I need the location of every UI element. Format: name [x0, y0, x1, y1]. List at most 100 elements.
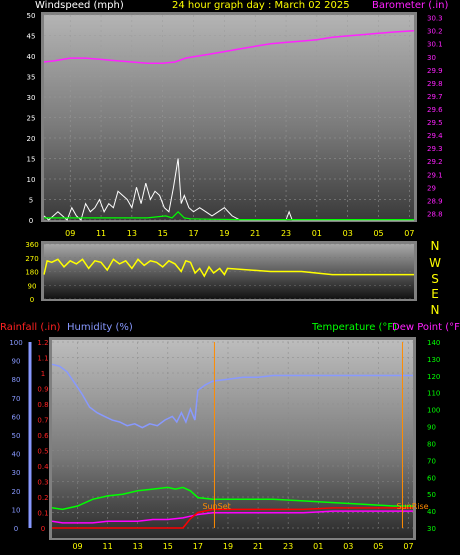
wind-tick-label: 0: [29, 217, 33, 225]
humidity-tick-label: 10: [12, 506, 21, 514]
time-tick-label: 17: [193, 542, 203, 551]
wind-title: Windspeed (mph): [35, 0, 124, 11]
baro-tick-label: 30.3: [427, 15, 443, 23]
temp-tick-label: 60: [427, 474, 436, 482]
temp-tick-label: 80: [427, 440, 436, 448]
dew-axis-title: Dew Point (°F): [392, 322, 460, 333]
humidity-tick-label: 50: [12, 432, 21, 440]
baro-tick-label: 28.8: [427, 210, 443, 218]
humidity-tick-label: 90: [12, 358, 21, 366]
time-tick-label: 11: [103, 542, 113, 551]
humidity-tick-label: 30: [12, 469, 21, 477]
rain-tick-label: 1.2: [37, 339, 48, 347]
wind-tick-label: 10: [27, 176, 36, 184]
wind-tick-label: 5: [29, 197, 33, 205]
graph-title: 24 hour graph day : March 02 2025: [172, 0, 350, 11]
baro-tick-label: 29.7: [427, 93, 443, 101]
time-tick-label: 23: [281, 229, 291, 238]
wind-tick-label: 20: [27, 135, 36, 143]
time-tick-label: 05: [373, 542, 383, 551]
time-tick-label: 07: [404, 229, 414, 238]
rain-tick-label: 0.4: [37, 463, 49, 471]
baro-tick-label: 30.2: [427, 28, 443, 36]
rain-tick-label: 0.9: [37, 386, 48, 394]
humidity-tick-label: 40: [12, 451, 21, 459]
humidity-tick-label: 60: [12, 413, 21, 421]
weather-graph: Windspeed (mph) 24 hour graph day : Marc…: [0, 0, 460, 551]
rain-tick-label: 0.5: [37, 448, 48, 456]
time-tick-label: 23: [283, 542, 293, 551]
humidity-tick-label: 70: [12, 395, 21, 403]
wind-tick-label: 45: [27, 33, 36, 41]
time-tick-label: 01: [313, 542, 323, 551]
time-tick-label: 07: [403, 542, 413, 551]
baro-title: Barometer (.in): [372, 0, 448, 11]
rain-tick-label: 0: [41, 525, 45, 533]
rain-tick-label: 0.8: [37, 401, 48, 409]
baro-tick-label: 29.1: [427, 171, 443, 179]
temp-tick-label: 70: [427, 457, 436, 465]
rain-axis-title: Rainfall (.in): [0, 322, 61, 333]
direction-tick-label: 180: [25, 269, 38, 277]
temp-tick-label: 50: [427, 491, 436, 499]
time-tick-label: 19: [219, 229, 229, 238]
rain-tick-label: 0.3: [37, 479, 48, 487]
rain-tick-label: 0.6: [37, 432, 49, 440]
baro-tick-label: 30: [427, 54, 436, 62]
rain-tick-label: 1.1: [37, 355, 48, 363]
humidity-tick-label: 20: [12, 488, 21, 496]
time-tick-label: 17: [188, 229, 198, 238]
baro-tick-label: 30.1: [427, 41, 443, 49]
baro-tick-label: 28.9: [427, 197, 443, 205]
time-tick-label: 11: [96, 229, 106, 238]
compass-labels: N W S E N: [429, 239, 441, 317]
baro-tick-label: 29.4: [427, 132, 443, 140]
rain-tick-label: 0.7: [37, 417, 48, 425]
time-tick-label: 13: [127, 229, 137, 238]
wind-tick-label: 30: [27, 94, 36, 102]
humidity-tick-label: 100: [9, 339, 22, 347]
compass-n-top: N: [431, 239, 440, 253]
baro-tick-label: 29.6: [427, 106, 443, 114]
compass-s: S: [431, 272, 439, 286]
rain-tick-label: 0.2: [37, 494, 48, 502]
baro-tick-label: 29.9: [427, 67, 443, 75]
baro-tick-label: 29.8: [427, 80, 443, 88]
time-tick-label: 03: [343, 229, 353, 238]
direction-tick-label: 0: [30, 296, 34, 304]
temp-tick-label: 110: [427, 390, 440, 398]
humidity-tick-label: 0: [14, 525, 18, 533]
time-tick-label: 13: [133, 542, 143, 551]
sun-marker-label: SunSet: [202, 502, 230, 511]
rain-tick-label: 1: [41, 370, 45, 378]
rain-tick-label: 0.1: [37, 510, 48, 518]
baro-tick-label: 29.3: [427, 145, 443, 153]
temp-tick-label: 130: [427, 356, 440, 364]
wind-tick-label: 40: [27, 53, 36, 61]
sun-marker-label: SunRise: [396, 502, 428, 511]
time-tick-label: 19: [223, 542, 233, 551]
temp-tick-label: 120: [427, 373, 440, 381]
compass-n-bottom: N: [431, 303, 440, 317]
time-tick-label: 21: [250, 229, 260, 238]
temp-humidity-panel: 00.10.20.30.40.50.60.70.80.911.11.201020…: [9, 337, 440, 551]
wind-tick-label: 50: [27, 12, 36, 20]
wind-baro-panel: 05101520253035404550 28.828.92929.129.22…: [27, 12, 443, 238]
compass-e: E: [431, 287, 439, 301]
temp-tick-label: 30: [427, 525, 436, 533]
temp-tick-label: 100: [427, 407, 440, 415]
temp-tick-label: 90: [427, 424, 436, 432]
time-tick-label: 05: [373, 229, 383, 238]
time-tick-label: 03: [343, 542, 353, 551]
wind-tick-label: 35: [27, 74, 36, 82]
humidity-tick-label: 80: [12, 376, 21, 384]
time-tick-label: 01: [312, 229, 322, 238]
compass-w: W: [429, 256, 441, 270]
time-tick-label: 21: [253, 542, 263, 551]
wind-tick-label: 15: [27, 156, 36, 164]
baro-tick-label: 29: [427, 184, 436, 192]
direction-tick-label: 270: [25, 255, 38, 263]
direction-tick-label: 90: [28, 282, 37, 290]
temp-tick-label: 140: [427, 339, 440, 347]
wind-tick-label: 25: [27, 115, 36, 123]
